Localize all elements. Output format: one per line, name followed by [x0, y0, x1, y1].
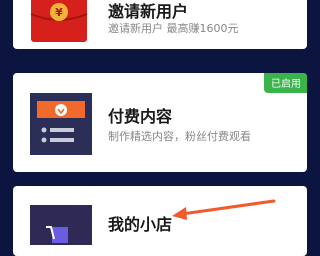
my-shop-title: 我的小店 — [108, 215, 173, 234]
enabled-badge: 已启用 — [264, 73, 307, 93]
invite-card[interactable]: ¥ 邀请新用户 邀请新用户 最高赚1600元 — [13, 0, 307, 49]
svg-text:¥: ¥ — [55, 6, 63, 19]
invite-description: 邀请新用户 最高赚1600元 — [108, 22, 239, 35]
paid-content-heart-tag-icon — [30, 93, 92, 159]
paid-content-title: 付费内容 — [108, 107, 173, 126]
shopping-cart-icon — [30, 205, 92, 249]
paid-content-card[interactable]: 已启用 付费内容 制作精选内容，粉丝付费观看 — [13, 73, 307, 172]
red-envelope-yen-icon: ¥ — [30, 0, 88, 46]
orange-arrow-annotation — [170, 198, 280, 228]
paid-content-description: 制作精选内容，粉丝付费观看 — [108, 130, 251, 143]
invite-title: 邀请新用户 — [108, 2, 189, 21]
